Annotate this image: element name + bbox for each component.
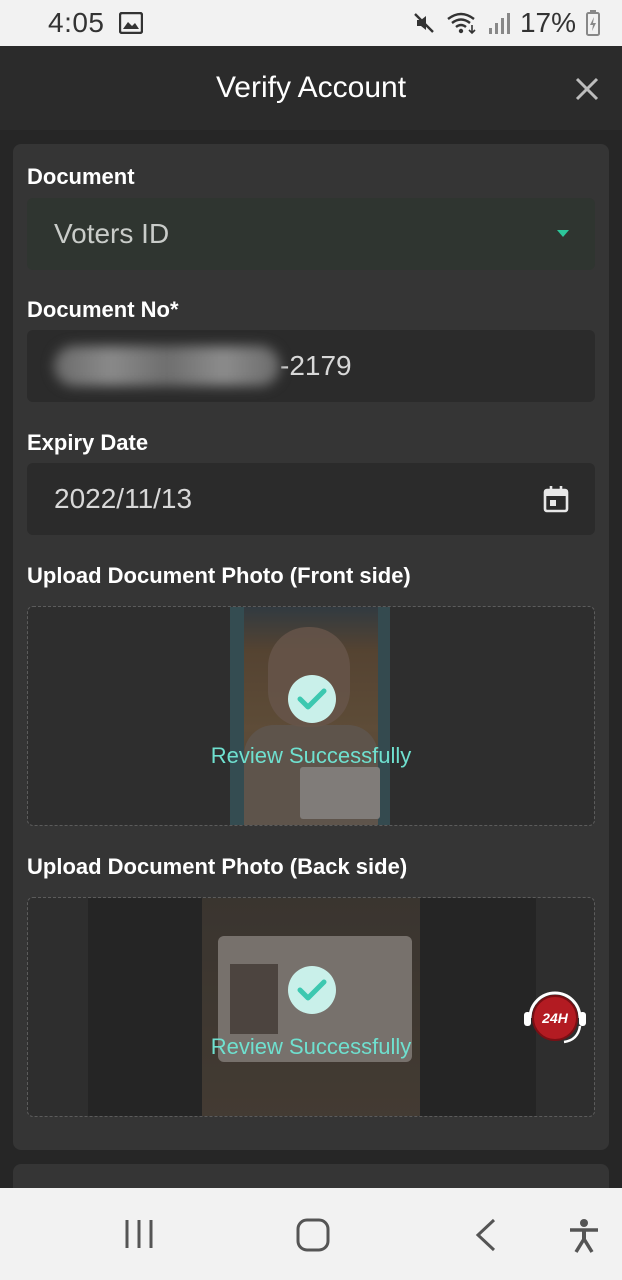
home-icon[interactable] [296, 1218, 330, 1252]
headset-support-icon[interactable]: 24H [524, 988, 586, 1050]
back-icon[interactable] [474, 1218, 498, 1252]
dropdown-arrow-icon [557, 230, 569, 237]
mute-icon [414, 13, 434, 33]
front-photo-label: Upload Document Photo (Front side) [27, 563, 411, 588]
header-bar: Verify Account [0, 46, 622, 130]
system-nav-bar [0, 1188, 622, 1280]
expiry-date-value: 2022/11/13 [54, 483, 193, 514]
status-bar: 4:05 17% [0, 0, 622, 46]
check-icon [288, 675, 336, 723]
calendar-icon[interactable] [543, 485, 569, 513]
close-icon[interactable] [572, 74, 602, 104]
battery-icon [586, 10, 600, 36]
front-photo-upload[interactable]: Review Successfully [27, 606, 595, 826]
recent-apps-icon[interactable] [124, 1218, 154, 1250]
document-no-suffix: -2179 [280, 350, 352, 381]
back-review-status: Review Successfully [210, 1034, 412, 1059]
back-photo-upload[interactable]: Review Successfully [27, 897, 595, 1117]
image-icon [118, 12, 143, 34]
support-badge-text: 24H [541, 1010, 569, 1026]
signal-icon [488, 13, 510, 34]
accessibility-icon[interactable] [568, 1218, 600, 1254]
expiry-date-label: Expiry Date [27, 430, 149, 455]
document-select[interactable]: Voters ID [27, 198, 595, 270]
back-photo-label: Upload Document Photo (Back side) [27, 854, 408, 879]
document-select-value: Voters ID [54, 218, 170, 249]
check-icon [288, 966, 336, 1014]
document-no-label: Document No* [27, 297, 179, 322]
document-no-input[interactable]: -2179 [27, 330, 595, 402]
expiry-date-input[interactable]: 2022/11/13 [27, 463, 595, 535]
battery-percent: 17% [519, 7, 576, 38]
redacted-number [54, 346, 280, 386]
document-label: Document [27, 164, 135, 189]
page-title: Verify Account [215, 71, 407, 104]
front-review-status: Review Successfully [210, 743, 412, 768]
status-time: 4:05 [48, 7, 105, 38]
wifi-icon [447, 12, 476, 35]
